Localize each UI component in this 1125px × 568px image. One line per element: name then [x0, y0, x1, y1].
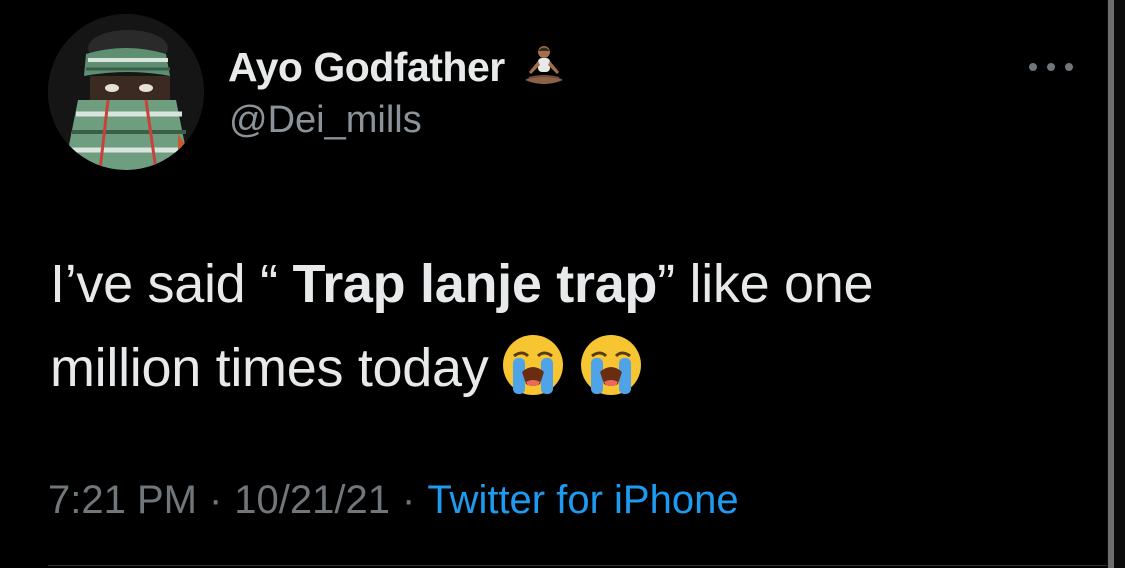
tweet-time[interactable]: 7:21 PM — [48, 478, 197, 523]
tweet-source-link[interactable]: Twitter for iPhone — [427, 478, 738, 523]
dot-icon — [1047, 63, 1055, 71]
avatar[interactable] — [48, 14, 204, 170]
tweet-text-bold: Trap lanje trap — [292, 254, 658, 314]
tweet-text-line-1: I’ve said “ Trap lanje trap” like one — [50, 242, 1070, 326]
dot-icon — [1029, 63, 1037, 71]
tweet-text: I’ve said “ Trap lanje trap” like one mi… — [50, 242, 1070, 410]
tweet-date[interactable]: 10/21/21 — [234, 478, 390, 523]
loudly-crying-face-icon — [503, 335, 564, 395]
divider — [48, 565, 1108, 566]
meta-separator: · — [402, 478, 416, 522]
dot-icon — [1065, 63, 1073, 71]
tweet-meta: 7:21 PM · 10/21/21 · Twitter for iPhone — [48, 478, 739, 523]
tweet-text-part-2: ” like one — [657, 254, 874, 314]
tweet-text-line-2-text: million times today — [50, 338, 489, 398]
person-in-lotus-position-icon — [524, 46, 563, 84]
user-handle[interactable]: @Dei_mills — [229, 99, 422, 142]
more-options-button[interactable] — [1025, 50, 1077, 84]
tweet-card: Ayo Godfather @Dei_mills I’ve said “ Tra… — [0, 0, 1108, 568]
tweet-text-line-2: million times today — [50, 326, 1070, 410]
avatar-image — [48, 14, 204, 170]
tweet-text-part-1: I’ve said “ — [50, 254, 293, 314]
loudly-crying-face-icon — [581, 335, 642, 395]
meta-separator: · — [208, 478, 223, 522]
scrollbar-thumb[interactable] — [1108, 0, 1114, 568]
author-name-row[interactable]: Ayo Godfather — [228, 38, 569, 96]
display-name[interactable]: Ayo Godfather — [228, 44, 505, 91]
